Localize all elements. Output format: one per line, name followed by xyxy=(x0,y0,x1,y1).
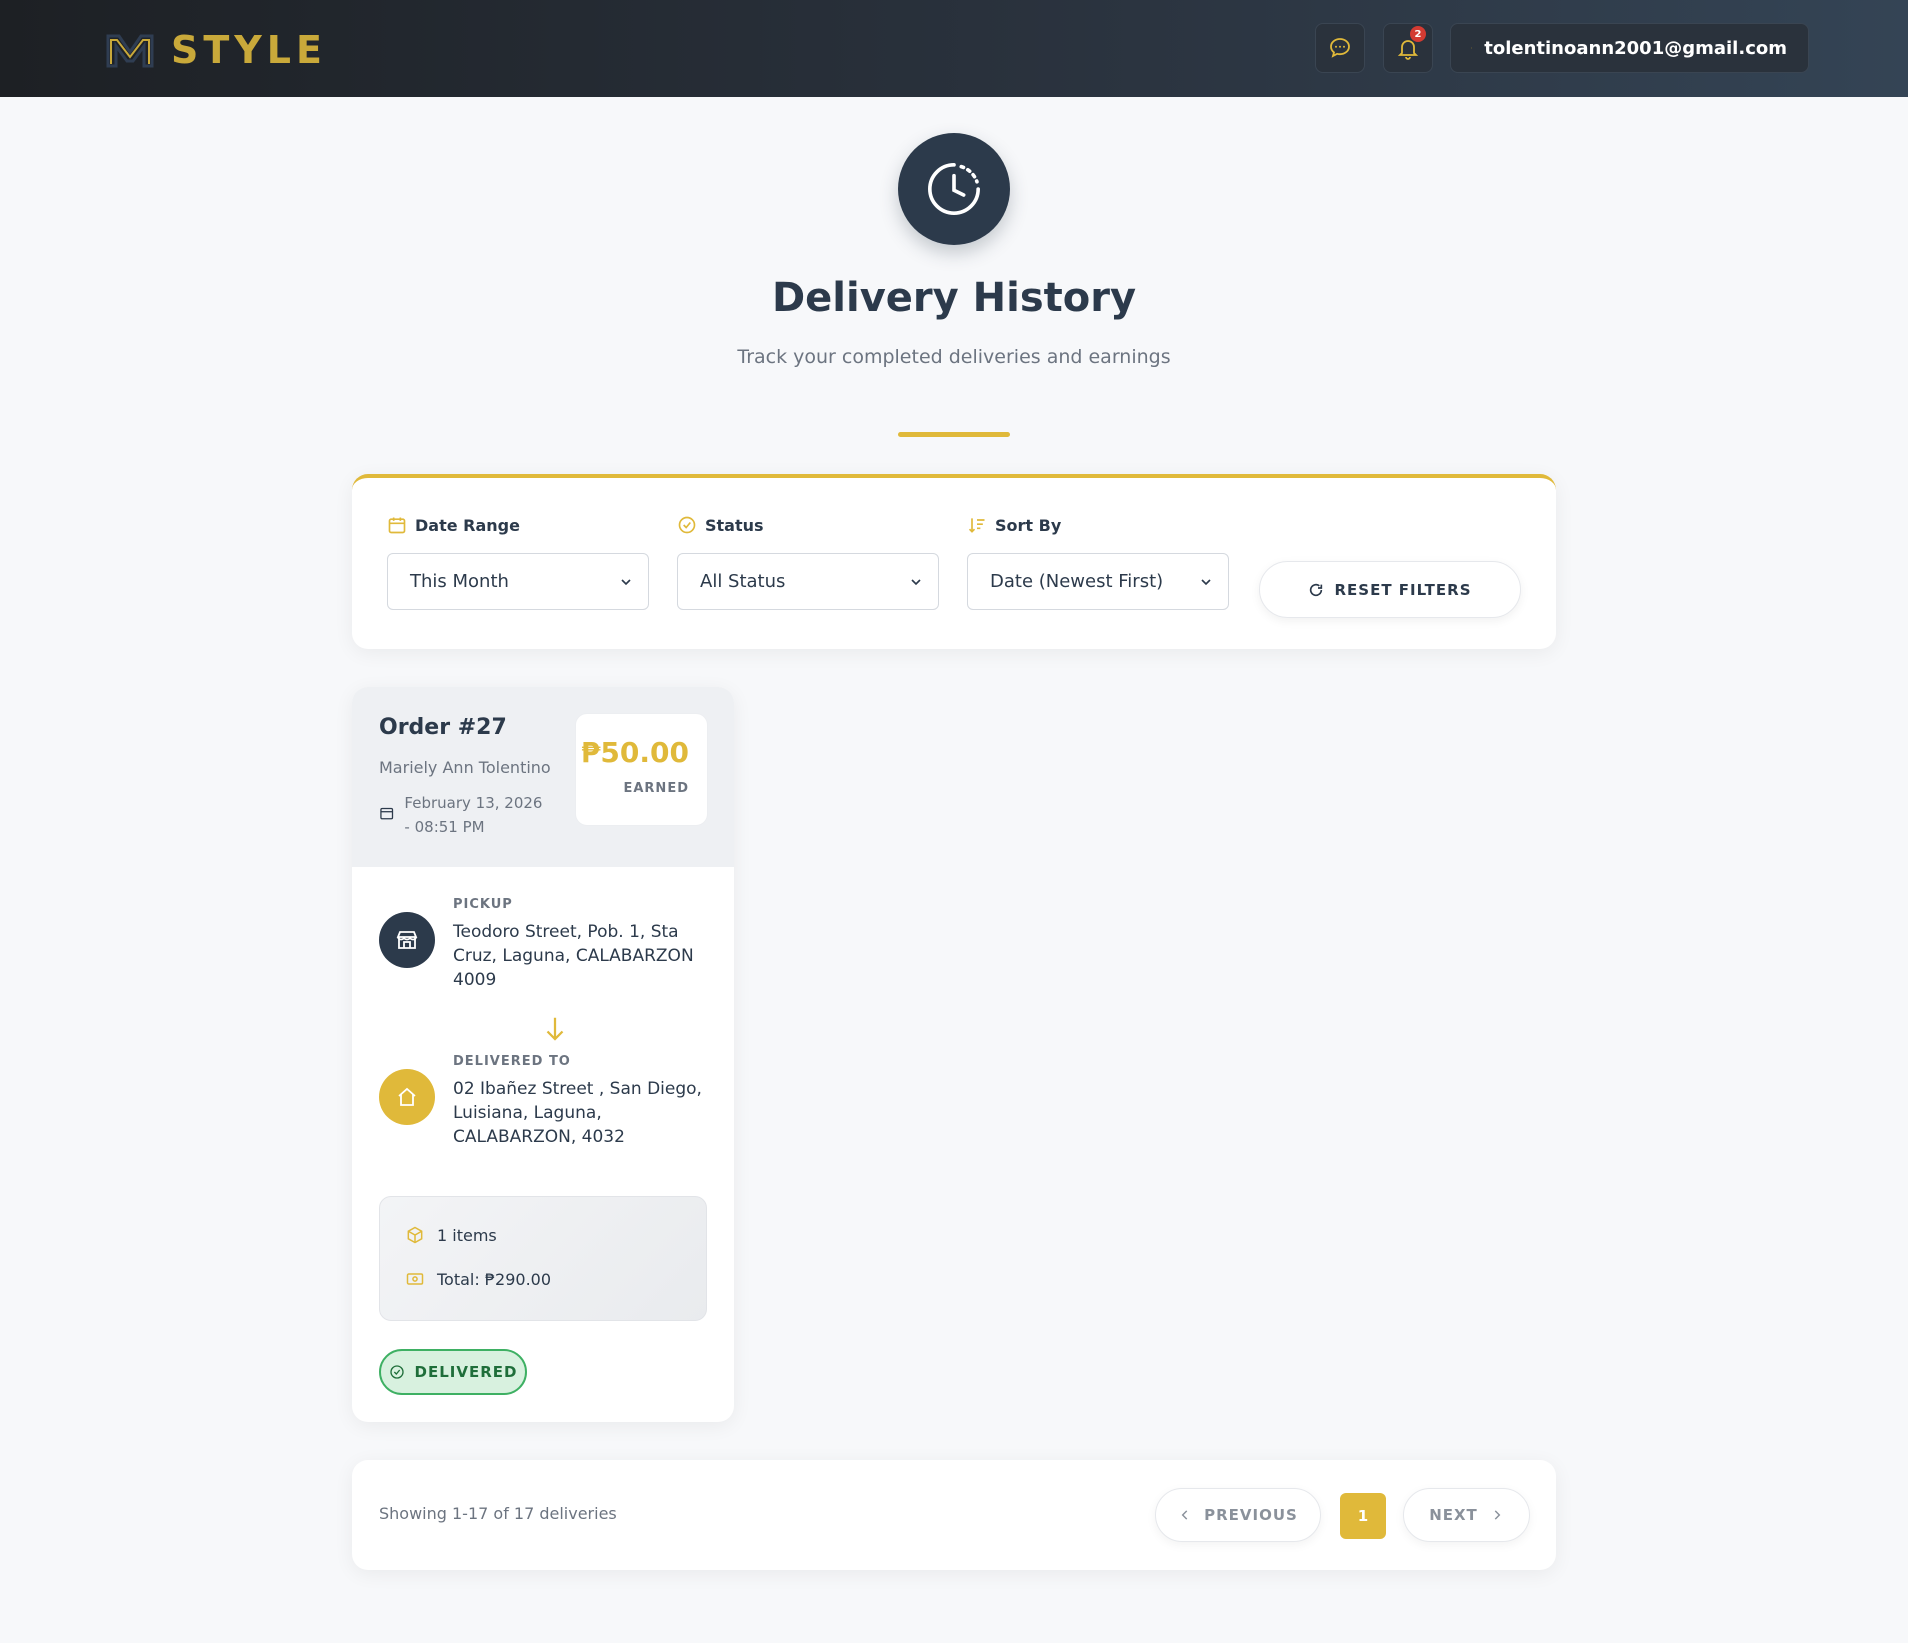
top-navbar: STYLE 2 tolentinoann2001@gmail.com xyxy=(0,0,1908,97)
notification-count-badge: 2 xyxy=(1410,26,1426,42)
reset-filters-label: RESET FILTERS xyxy=(1334,580,1472,599)
previous-label: PREVIOUS xyxy=(1204,1506,1298,1524)
arrow-down-icon xyxy=(546,1017,564,1041)
logo-mark-icon xyxy=(106,34,154,68)
delivery-location: DELIVERED TO 02 Ibañez Street , San Dieg… xyxy=(379,1054,709,1149)
delivered-to-label: DELIVERED TO xyxy=(453,1054,571,1069)
pickup-address: Teodoro Street, Pob. 1, Sta Cruz, Laguna… xyxy=(453,922,694,990)
calendar-icon xyxy=(380,807,394,820)
status-value: All Status xyxy=(700,571,786,592)
delivered-address: 02 Ibañez Street , San Diego, Luisiana, … xyxy=(453,1079,702,1147)
calendar-icon xyxy=(387,515,407,535)
user-menu-button[interactable]: tolentinoann2001@gmail.com xyxy=(1450,23,1809,73)
messages-button[interactable] xyxy=(1315,23,1365,73)
store-icon xyxy=(379,912,435,968)
date-range-label: Date Range xyxy=(415,515,520,535)
user-circle-icon xyxy=(1471,47,1473,49)
next-label: NEXT xyxy=(1429,1506,1478,1524)
items-count: 1 items xyxy=(437,1225,497,1245)
date-range-select[interactable]: This Month xyxy=(387,553,649,610)
status-filter: Status All Status xyxy=(677,515,939,610)
earned-label: EARNED xyxy=(623,781,689,796)
refresh-icon xyxy=(1308,582,1324,598)
order-card[interactable]: Order #27 Mariely Ann Tolentino February… xyxy=(352,687,734,1422)
pickup-location: PICKUP Teodoro Street, Pob. 1, Sta Cruz,… xyxy=(379,897,709,992)
order-summary: 1 items Total: ₱290.00 xyxy=(379,1196,707,1321)
sort-by-select[interactable]: Date (Newest First) xyxy=(967,553,1229,610)
pickup-label: PICKUP xyxy=(453,897,513,912)
cash-icon xyxy=(405,1269,425,1289)
check-circle-icon xyxy=(677,515,697,535)
date-range-filter: Date Range This Month xyxy=(387,515,649,610)
page-subtitle: Track your completed deliveries and earn… xyxy=(737,346,1171,368)
items-row: 1 items xyxy=(405,1225,497,1245)
chevron-down-icon xyxy=(1201,578,1211,585)
sort-by-filter: Sort By Date (Newest First) xyxy=(967,515,1229,610)
home-icon xyxy=(379,1069,435,1125)
page-number-button[interactable]: 1 xyxy=(1340,1493,1386,1539)
previous-page-button[interactable]: PREVIOUS xyxy=(1155,1488,1321,1542)
page-title: Delivery History xyxy=(771,275,1137,321)
brand-name: STYLE xyxy=(171,28,327,72)
status-label: Status xyxy=(705,515,764,535)
order-title: Order #27 xyxy=(379,715,507,740)
chevron-down-icon xyxy=(911,578,921,585)
sort-by-label: Sort By xyxy=(995,515,1062,535)
pagination-info: Showing 1-17 of 17 deliveries xyxy=(379,1504,617,1523)
next-page-button[interactable]: NEXT xyxy=(1403,1488,1530,1542)
order-date-row: February 13, 2026 - 08:51 PM xyxy=(379,791,549,839)
sort-by-value: Date (Newest First) xyxy=(990,571,1164,592)
box-icon xyxy=(405,1225,425,1245)
order-total: Total: ₱290.00 xyxy=(437,1269,552,1289)
chevron-right-icon xyxy=(1490,1508,1504,1522)
pagination-bar: Showing 1-17 of 17 deliveries PREVIOUS 1… xyxy=(352,1460,1556,1570)
order-date: February 13, 2026 - 08:51 PM xyxy=(404,794,543,836)
chevron-down-icon xyxy=(621,578,631,585)
notifications-button[interactable]: 2 xyxy=(1383,23,1433,73)
customer-name: Mariely Ann Tolentino xyxy=(379,758,551,777)
user-email: tolentinoann2001@gmail.com xyxy=(1484,37,1787,59)
status-select[interactable]: All Status xyxy=(677,553,939,610)
history-clock-icon xyxy=(898,133,1010,245)
order-card-header: Order #27 Mariely Ann Tolentino February… xyxy=(352,687,734,867)
chat-bubble-icon xyxy=(1330,38,1350,58)
reset-filters-button[interactable]: RESET FILTERS xyxy=(1259,561,1521,618)
earned-amount: ₱50.00 xyxy=(580,736,689,769)
chevron-left-icon xyxy=(1178,1508,1192,1522)
check-circle-icon xyxy=(389,1364,405,1380)
earnings-box: ₱50.00 EARNED xyxy=(575,713,708,826)
chevron-down-icon xyxy=(1787,47,1788,49)
status-text: DELIVERED xyxy=(414,1363,518,1381)
brand-logo[interactable]: STYLE xyxy=(105,28,327,72)
sort-icon xyxy=(967,515,987,535)
status-badge: DELIVERED xyxy=(379,1349,527,1395)
date-range-value: This Month xyxy=(410,571,509,592)
filter-panel: Date Range This Month Status All Status … xyxy=(352,474,1556,649)
total-row: Total: ₱290.00 xyxy=(405,1269,551,1289)
title-divider xyxy=(898,432,1010,437)
